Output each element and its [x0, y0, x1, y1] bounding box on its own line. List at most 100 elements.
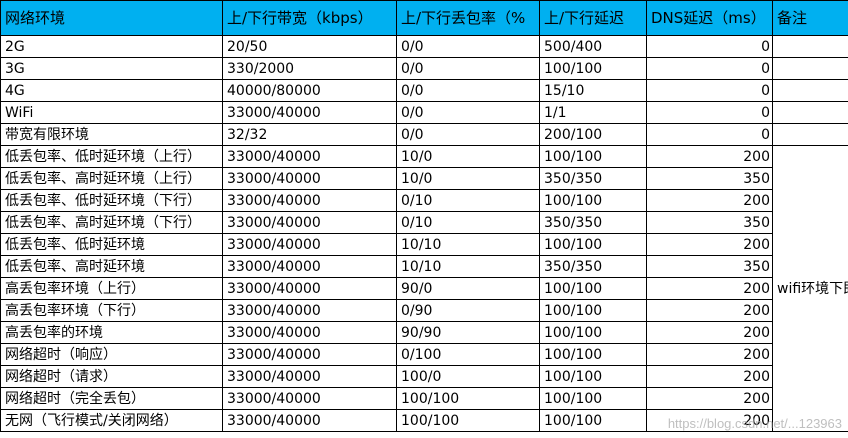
cell-dns[interactable]: 200: [646, 145, 773, 168]
cell-loss[interactable]: 90/90: [396, 321, 540, 344]
cell-latency[interactable]: 100/100: [539, 299, 647, 322]
cell-dns[interactable]: 200: [646, 343, 773, 366]
cell-loss[interactable]: 10/10: [396, 255, 540, 278]
cell-env[interactable]: 带宽有限环境: [0, 123, 223, 146]
cell-loss[interactable]: 0/10: [396, 189, 540, 212]
cell-loss[interactable]: 0/100: [396, 343, 540, 366]
cell-dns[interactable]: 200: [646, 321, 773, 344]
cell-loss[interactable]: 0/90: [396, 299, 540, 322]
cell-latency[interactable]: 100/100: [539, 57, 647, 80]
cell-latency[interactable]: 200/100: [539, 123, 647, 146]
cell-loss[interactable]: 0/0: [396, 35, 540, 58]
cell-env[interactable]: 低丢包率、高时延环境（上行）: [0, 167, 223, 190]
cell-bandwidth[interactable]: 33000/40000: [222, 343, 397, 366]
cell-env[interactable]: 3G: [0, 57, 223, 80]
cell-bandwidth[interactable]: 33000/40000: [222, 101, 397, 124]
cell-latency[interactable]: 100/100: [539, 145, 647, 168]
cell-latency[interactable]: 1/1: [539, 101, 647, 124]
cell-bandwidth[interactable]: 33000/40000: [222, 145, 397, 168]
cell-env[interactable]: 2G: [0, 35, 223, 58]
cell-dns[interactable]: 200: [646, 277, 773, 300]
cell-latency[interactable]: 100/100: [539, 387, 647, 410]
cell-bandwidth[interactable]: 40000/80000: [222, 79, 397, 102]
cell-bandwidth[interactable]: 33000/40000: [222, 255, 397, 278]
cell-dns[interactable]: 200: [646, 233, 773, 256]
cell-note-empty[interactable]: [772, 101, 848, 124]
cell-dns[interactable]: 0: [646, 123, 773, 146]
cell-loss[interactable]: 100/100: [396, 409, 540, 432]
cell-dns[interactable]: 200: [646, 387, 773, 410]
cell-loss[interactable]: 90/0: [396, 277, 540, 300]
cell-note-empty[interactable]: [772, 79, 848, 102]
cell-env[interactable]: 低丢包率、低时延环境: [0, 233, 223, 256]
cell-loss[interactable]: 100/0: [396, 365, 540, 388]
cell-dns[interactable]: 200: [646, 409, 773, 432]
cell-bandwidth[interactable]: 33000/40000: [222, 189, 397, 212]
cell-bandwidth[interactable]: 33000/40000: [222, 233, 397, 256]
cell-dns[interactable]: 350: [646, 211, 773, 234]
cell-bandwidth[interactable]: 330/2000: [222, 57, 397, 80]
cell-bandwidth[interactable]: 20/50: [222, 35, 397, 58]
cell-latency[interactable]: 350/350: [539, 167, 647, 190]
cell-latency[interactable]: 100/100: [539, 189, 647, 212]
cell-note-empty[interactable]: [772, 35, 848, 58]
cell-loss[interactable]: 10/0: [396, 167, 540, 190]
cell-dns[interactable]: 0: [646, 57, 773, 80]
cell-env[interactable]: 高丢包率环境（下行）: [0, 299, 223, 322]
cell-latency[interactable]: 500/400: [539, 35, 647, 58]
cell-latency[interactable]: 100/100: [539, 343, 647, 366]
cell-dns[interactable]: 200: [646, 365, 773, 388]
cell-note-empty[interactable]: [772, 57, 848, 80]
cell-env[interactable]: 低丢包率、高时延环境（下行）: [0, 211, 223, 234]
cell-bandwidth[interactable]: 33000/40000: [222, 365, 397, 388]
cell-env[interactable]: 网络超时（完全丢包）: [0, 387, 223, 410]
cell-latency[interactable]: 350/350: [539, 255, 647, 278]
cell-dns[interactable]: 0: [646, 35, 773, 58]
cell-env[interactable]: 低丢包率、低时延环境（下行）: [0, 189, 223, 212]
cell-bandwidth[interactable]: 33000/40000: [222, 409, 397, 432]
cell-env[interactable]: 低丢包率、低时延环境（上行）: [0, 145, 223, 168]
cell-bandwidth[interactable]: 33000/40000: [222, 211, 397, 234]
cell-dns[interactable]: 200: [646, 299, 773, 322]
cell-bandwidth[interactable]: 33000/40000: [222, 387, 397, 410]
cell-bandwidth[interactable]: 33000/40000: [222, 167, 397, 190]
cell-dns[interactable]: 350: [646, 167, 773, 190]
cell-loss[interactable]: 100/100: [396, 387, 540, 410]
cell-env[interactable]: 高丢包率环境（上行）: [0, 277, 223, 300]
header-bandwidth[interactable]: 上/下行带宽（kbps）: [222, 0, 397, 36]
cell-latency[interactable]: 350/350: [539, 211, 647, 234]
cell-loss[interactable]: 0/0: [396, 57, 540, 80]
cell-latency[interactable]: 100/100: [539, 233, 647, 256]
cell-env[interactable]: 低丢包率、高时延环境: [0, 255, 223, 278]
cell-latency[interactable]: 100/100: [539, 277, 647, 300]
header-latency[interactable]: 上/下行延迟: [539, 0, 647, 36]
cell-latency[interactable]: 100/100: [539, 321, 647, 344]
cell-loss[interactable]: 10/0: [396, 145, 540, 168]
cell-note-empty[interactable]: [772, 123, 848, 146]
cell-dns[interactable]: 350: [646, 255, 773, 278]
cell-note[interactable]: wifi环境下即可设置: [772, 145, 848, 432]
header-dns-latency[interactable]: DNS延迟（ms）: [646, 0, 773, 36]
cell-latency[interactable]: 100/100: [539, 365, 647, 388]
cell-loss[interactable]: 0/0: [396, 79, 540, 102]
cell-bandwidth[interactable]: 33000/40000: [222, 321, 397, 344]
cell-env[interactable]: 高丢包率的环境: [0, 321, 223, 344]
cell-dns[interactable]: 200: [646, 189, 773, 212]
header-network-env[interactable]: 网络环境: [0, 0, 223, 36]
cell-bandwidth[interactable]: 33000/40000: [222, 299, 397, 322]
cell-env[interactable]: WiFi: [0, 101, 223, 124]
header-packet-loss[interactable]: 上/下行丢包率（%: [396, 0, 540, 36]
cell-loss[interactable]: 10/10: [396, 233, 540, 256]
cell-dns[interactable]: 0: [646, 101, 773, 124]
cell-env[interactable]: 无网（飞行模式/关闭网络）: [0, 409, 223, 432]
cell-env[interactable]: 网络超时（请求）: [0, 365, 223, 388]
cell-env[interactable]: 网络超时（响应）: [0, 343, 223, 366]
cell-dns[interactable]: 0: [646, 79, 773, 102]
cell-loss[interactable]: 0/0: [396, 101, 540, 124]
cell-latency[interactable]: 15/10: [539, 79, 647, 102]
cell-loss[interactable]: 0/0: [396, 123, 540, 146]
cell-bandwidth[interactable]: 33000/40000: [222, 277, 397, 300]
cell-bandwidth[interactable]: 32/32: [222, 123, 397, 146]
cell-loss[interactable]: 0/10: [396, 211, 540, 234]
header-note[interactable]: 备注: [772, 0, 848, 36]
